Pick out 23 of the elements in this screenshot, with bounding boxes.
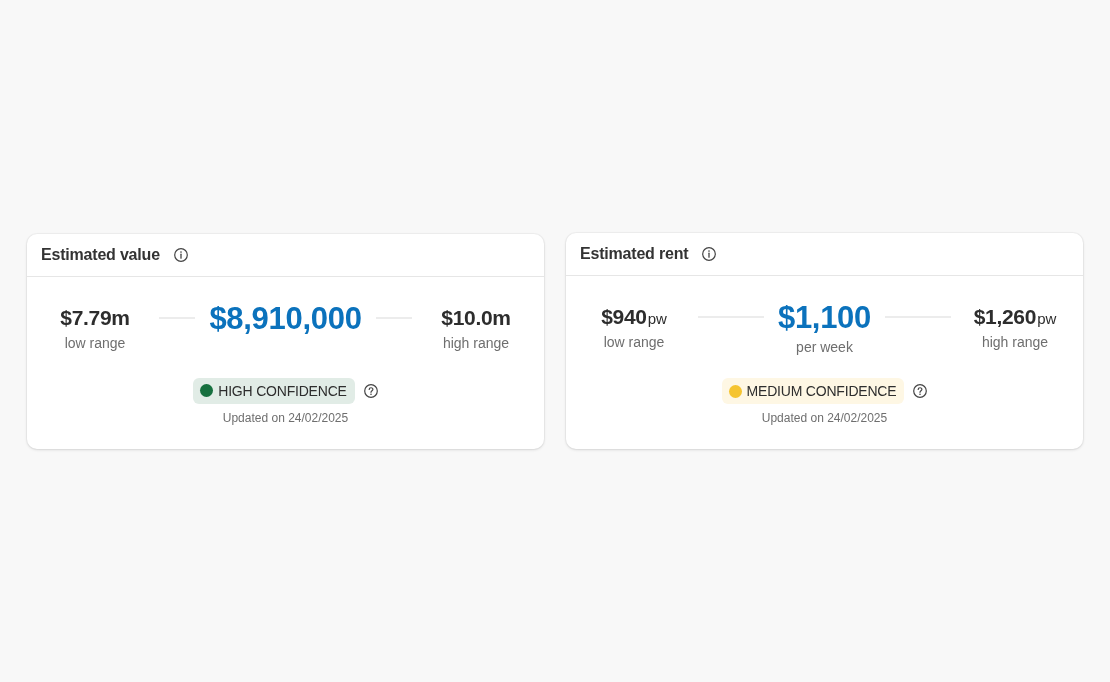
confidence-label: MEDIUM CONFIDENCE — [746, 383, 897, 399]
estimate-amount: $8,910,000 — [209, 299, 362, 336]
estimate-caption: per week — [796, 338, 853, 356]
high-range-label: high range — [981, 333, 1049, 351]
estimate-amount: $1,100 — [778, 299, 871, 335]
card-title: Estimated rent — [580, 245, 689, 263]
high-range-label: high range — [442, 333, 510, 352]
low-range-amount: $940 — [601, 304, 647, 330]
info-icon[interactable] — [702, 247, 717, 261]
high-range-amount: $10.0m — [441, 304, 511, 331]
unit-label: pw — [1037, 309, 1057, 329]
low-range-amount: $7.79m — [60, 304, 130, 331]
help-icon[interactable] — [913, 384, 928, 398]
unit-label: pw — [647, 309, 667, 329]
updated-date: Updated on 24/02/2025 — [761, 410, 888, 426]
confidence-label: HIGH CONFIDENCE — [218, 382, 347, 399]
help-icon[interactable] — [363, 383, 378, 398]
high-range-amount: $1,260 — [973, 304, 1037, 330]
info-icon[interactable] — [173, 247, 188, 262]
updated-date: Updated on 24/02/2025 — [222, 409, 349, 426]
low-range-label: low range — [64, 333, 126, 352]
card-title: Estimated value — [41, 245, 160, 264]
low-range-label: low range — [603, 333, 665, 351]
